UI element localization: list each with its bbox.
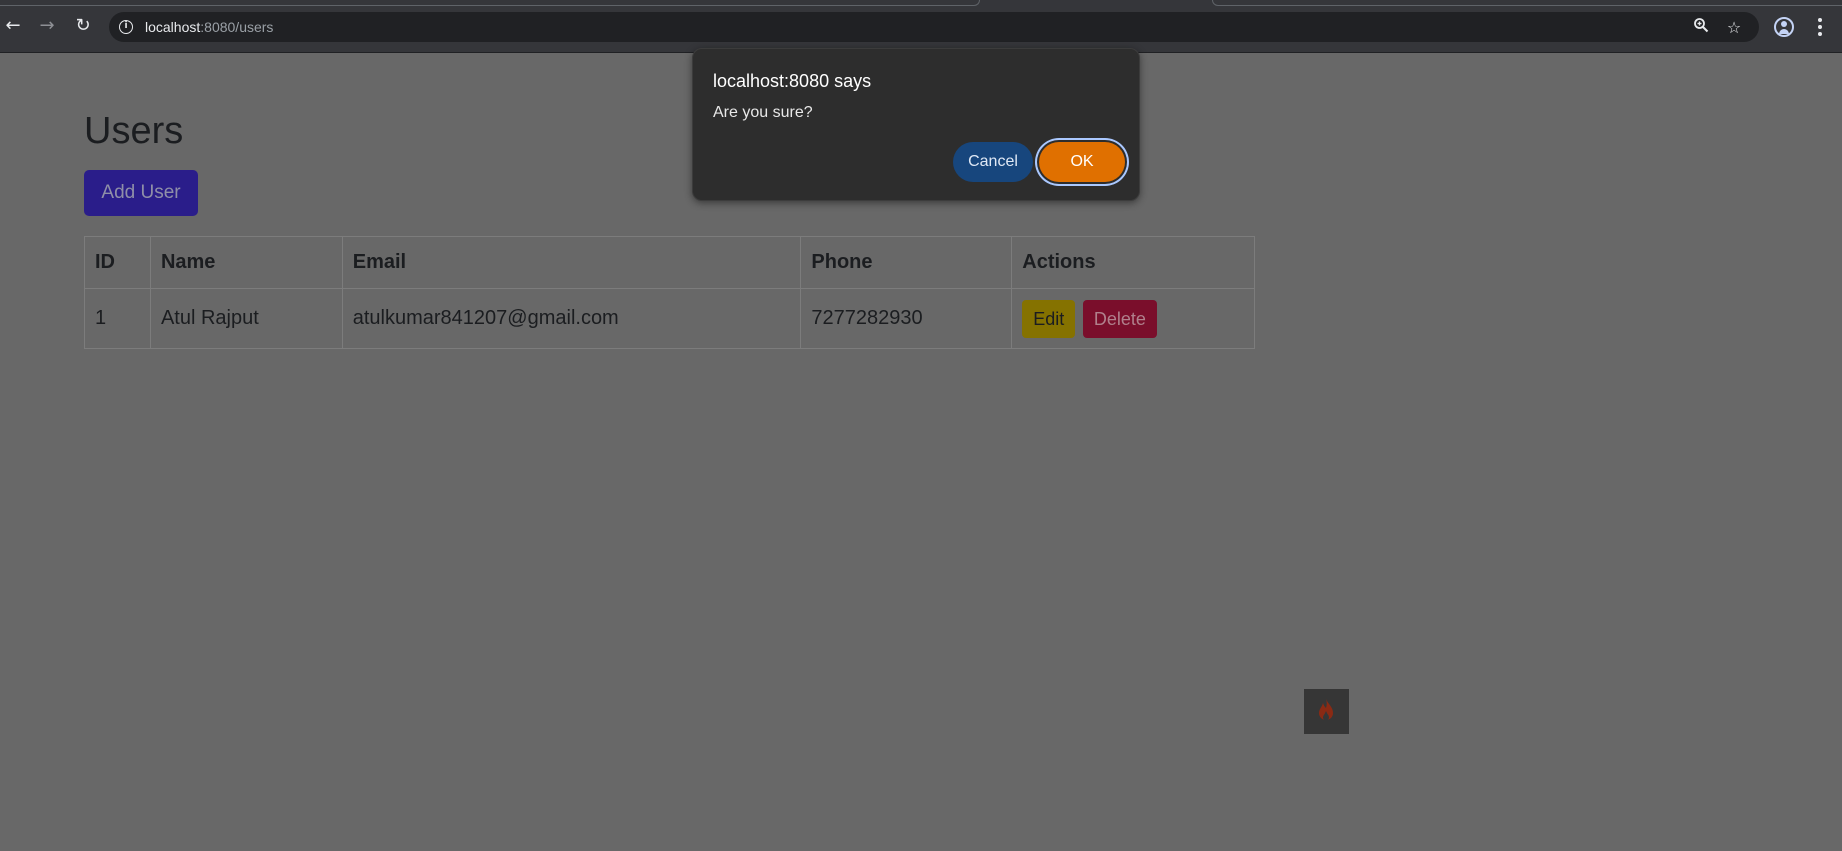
- cell-actions: Edit Delete: [1011, 288, 1255, 349]
- users-table: ID Name Email Phone Actions 1 Atul Rajpu…: [84, 236, 1255, 349]
- cell-phone: 7277282930: [800, 288, 1013, 349]
- reload-button[interactable]: ↻: [70, 13, 96, 39]
- star-icon[interactable]: ☆: [1723, 17, 1745, 39]
- browser-toolbar: ← → ↻ i localhost:8080/users ☆: [0, 0, 1842, 53]
- page-title: Users: [84, 110, 184, 152]
- column-header-name: Name: [149, 236, 343, 289]
- add-user-button[interactable]: Add User: [84, 170, 198, 216]
- cell-email: atulkumar841207@gmail.com: [341, 288, 802, 349]
- column-header-phone: Phone: [800, 236, 1013, 289]
- fire-icon: [1316, 698, 1336, 724]
- alert-dialog: localhost:8080 says Are you sure? Cancel…: [692, 48, 1140, 201]
- cell-id: 1: [84, 288, 151, 349]
- cancel-button[interactable]: Cancel: [953, 142, 1033, 182]
- info-icon[interactable]: i: [119, 20, 133, 34]
- cell-name: Atul Rajput: [149, 288, 343, 349]
- url-path: :8080/users: [200, 19, 274, 35]
- zoom-icon[interactable]: [1690, 17, 1712, 39]
- column-header-email: Email: [341, 236, 802, 289]
- address-bar[interactable]: i localhost:8080/users ☆: [109, 12, 1759, 42]
- tab-strip-edge: [0, 0, 980, 6]
- forward-button[interactable]: →: [34, 13, 60, 39]
- ok-button[interactable]: OK: [1039, 142, 1125, 182]
- back-button[interactable]: ←: [0, 13, 26, 39]
- kebab-menu-icon[interactable]: [1812, 15, 1828, 39]
- profile-icon[interactable]: [1774, 17, 1794, 37]
- extension-badge[interactable]: [1304, 689, 1349, 734]
- column-header-id: ID: [84, 236, 151, 289]
- reload-icon: ↻: [75, 15, 91, 36]
- delete-button[interactable]: Delete: [1082, 299, 1157, 338]
- edit-button[interactable]: Edit: [1022, 299, 1076, 338]
- dialog-message: Are you sure?: [713, 104, 813, 121]
- tab-strip-edge: [1212, 0, 1842, 6]
- arrow-right-icon: →: [39, 15, 55, 36]
- url-host: localhost: [145, 19, 201, 35]
- column-header-actions: Actions: [1011, 236, 1255, 289]
- table-row: 1 Atul Rajput atulkumar841207@gmail.com …: [84, 288, 1255, 349]
- dialog-title: localhost:8080 says: [713, 71, 872, 91]
- table-header-row: ID Name Email Phone Actions: [84, 236, 1255, 289]
- arrow-left-icon: ←: [5, 15, 21, 36]
- url-text[interactable]: localhost:8080/users: [145, 19, 273, 35]
